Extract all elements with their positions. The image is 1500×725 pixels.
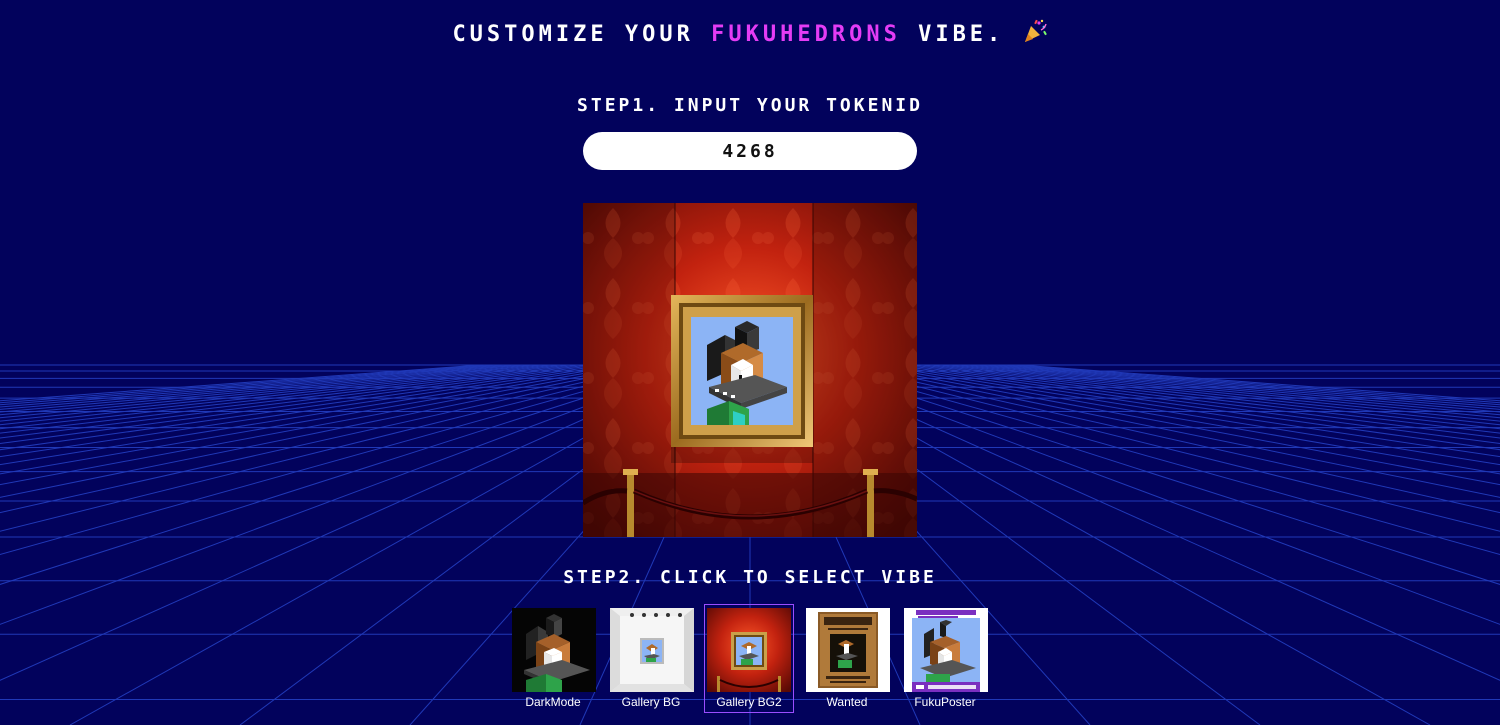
vibe-thumbnail-darkmode (512, 608, 596, 692)
token-id-input[interactable] (583, 132, 917, 170)
page-title: CUSTOMIZE YOUR FUKUHEDRONS VIBE. (0, 18, 1500, 47)
step2-label: STEP2. CLICK TO SELECT VIBE (563, 567, 937, 588)
vibe-label-wanted: Wanted (826, 695, 868, 709)
brand-name: FUKUHEDRONS (711, 22, 901, 47)
vibe-option-darkmode[interactable]: DarkMode (511, 604, 596, 713)
vibe-thumbnail-fukuposter (904, 608, 988, 692)
page: CUSTOMIZE YOUR FUKUHEDRONS VIBE. STEP1. … (0, 0, 1500, 725)
vibe-label-fukuposter: FukuPoster (914, 695, 976, 709)
vibe-option-gallery-bg2[interactable]: Gallery BG2 (704, 604, 794, 713)
vibe-option-fukuposter[interactable]: FukuPoster (903, 604, 988, 713)
vibe-thumbnail-wanted (806, 608, 890, 692)
vibe-option-wanted[interactable]: Wanted (805, 604, 890, 713)
vibe-thumbnail-gallery-bg2 (707, 608, 791, 692)
step1-label: STEP1. INPUT YOUR TOKENID (577, 95, 923, 116)
party-popper-icon (1024, 19, 1047, 42)
vibe-label-darkmode: DarkMode (525, 695, 581, 709)
vibe-label-gallery-bg: Gallery BG (621, 695, 681, 709)
vibe-label-gallery-bg2: Gallery BG2 (716, 695, 782, 709)
vibe-selector: DarkMode Gallery BG Gallery BG2 Wanted F… (511, 604, 988, 713)
vibe-preview-image (583, 203, 917, 537)
vibe-thumbnail-gallery-bg (610, 608, 694, 692)
vibe-option-gallery-bg[interactable]: Gallery BG (609, 604, 694, 713)
